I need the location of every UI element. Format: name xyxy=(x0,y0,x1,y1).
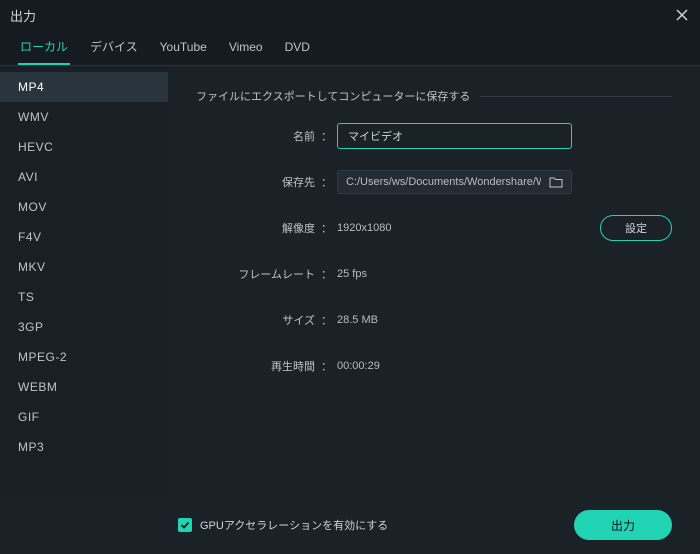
format-avi[interactable]: AVI xyxy=(0,162,168,192)
divider xyxy=(480,96,672,97)
checkbox-icon xyxy=(178,518,192,532)
resolution-label: 解像度 xyxy=(196,220,321,236)
resolution-value: 1920x1080 xyxy=(337,222,391,234)
tab-dvd[interactable]: DVD xyxy=(283,32,312,64)
settings-button[interactable]: 設定 xyxy=(600,215,672,241)
format-ts[interactable]: TS xyxy=(0,282,168,312)
tab-youtube[interactable]: YouTube xyxy=(158,32,209,64)
tab-device[interactable]: デバイス xyxy=(88,30,140,65)
format-wmv[interactable]: WMV xyxy=(0,102,168,132)
saveto-field[interactable]: C:/Users/ws/Documents/Wondershare/Wo xyxy=(337,170,572,194)
bottom-bar: GPUアクセラレーションを有効にする 出力 xyxy=(0,496,700,554)
tabs: ローカル デバイス YouTube Vimeo DVD xyxy=(0,30,700,66)
tab-local[interactable]: ローカル xyxy=(18,30,70,65)
format-mov[interactable]: MOV xyxy=(0,192,168,222)
tab-vimeo[interactable]: Vimeo xyxy=(227,32,265,64)
main-panel: ファイルにエクスポートしてコンピューターに保存する 名前 ： 保存先 ： C:/… xyxy=(168,66,700,496)
format-mp3[interactable]: MP3 xyxy=(0,432,168,462)
duration-label: 再生時間 xyxy=(196,358,321,374)
saveto-label: 保存先 xyxy=(196,174,321,190)
format-sidebar: MP4 WMV HEVC AVI MOV F4V MKV TS 3GP MPEG… xyxy=(0,66,168,496)
window-title: 出力 xyxy=(10,6,674,25)
format-3gp[interactable]: 3GP xyxy=(0,312,168,342)
gpu-accel-label: GPUアクセラレーションを有効にする xyxy=(200,517,388,533)
name-input[interactable] xyxy=(337,123,572,149)
export-button[interactable]: 出力 xyxy=(574,510,672,540)
folder-icon[interactable] xyxy=(549,176,563,188)
format-gif[interactable]: GIF xyxy=(0,402,168,432)
export-dialog: 出力 ローカル デバイス YouTube Vimeo DVD MP4 WMV H… xyxy=(0,0,700,554)
format-webm[interactable]: WEBM xyxy=(0,372,168,402)
duration-value: 00:00:29 xyxy=(337,360,380,372)
gpu-accel-checkbox[interactable]: GPUアクセラレーションを有効にする xyxy=(178,517,388,533)
framerate-label: フレームレート xyxy=(196,266,321,282)
format-hevc[interactable]: HEVC xyxy=(0,132,168,162)
format-mpeg2[interactable]: MPEG-2 xyxy=(0,342,168,372)
name-label: 名前 xyxy=(196,128,321,144)
format-mkv[interactable]: MKV xyxy=(0,252,168,282)
close-icon[interactable] xyxy=(674,7,690,23)
size-value: 28.5 MB xyxy=(337,314,378,326)
format-mp4[interactable]: MP4 xyxy=(0,72,168,102)
saveto-path: C:/Users/ws/Documents/Wondershare/Wo xyxy=(346,176,541,188)
titlebar: 出力 xyxy=(0,0,700,30)
format-f4v[interactable]: F4V xyxy=(0,222,168,252)
framerate-value: 25 fps xyxy=(337,268,367,280)
section-heading-row: ファイルにエクスポートしてコンピューターに保存する xyxy=(196,88,672,104)
section-heading: ファイルにエクスポートしてコンピューターに保存する xyxy=(196,88,470,104)
size-label: サイズ xyxy=(196,312,321,328)
